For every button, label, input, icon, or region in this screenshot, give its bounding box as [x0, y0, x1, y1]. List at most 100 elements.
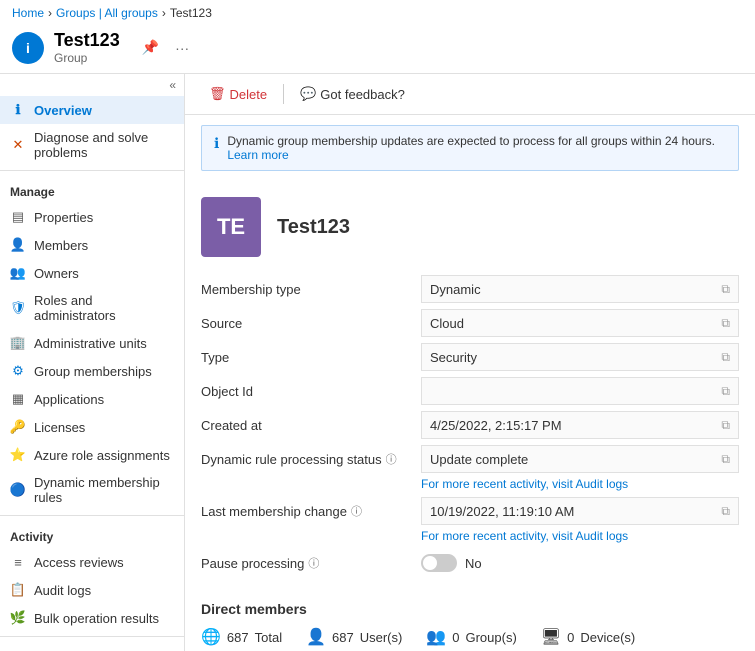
sidebar-label-azure-role: Azure role assignments — [34, 448, 170, 463]
pin-button[interactable]: 📌 — [138, 37, 163, 58]
access-reviews-icon: ≡ — [10, 554, 26, 570]
sidebar-label-members: Members — [34, 238, 88, 253]
pause-processing-info-icon: ⓘ — [308, 555, 319, 571]
header-icon-letter: i — [26, 40, 30, 56]
sidebar-section-manage: Manage — [0, 175, 184, 203]
prop-label-created-at: Created at — [201, 418, 421, 433]
delete-button[interactable]: 🗑 Delete — [201, 82, 275, 106]
sidebar-collapse[interactable]: « — [0, 74, 184, 96]
prop-row-pause-processing: Pause processing ⓘ No — [201, 547, 739, 579]
sidebar-item-access-reviews[interactable]: ≡ Access reviews — [0, 548, 184, 576]
devices-label: Device(s) — [580, 630, 635, 645]
pause-processing-toggle[interactable] — [421, 554, 457, 572]
sidebar-item-overview[interactable]: ℹ Overview — [0, 96, 184, 124]
applications-icon: ▦ — [10, 391, 26, 407]
owners-icon: 👥 — [10, 265, 26, 281]
sidebar-divider-2 — [0, 515, 184, 516]
sidebar-item-azure-role[interactable]: ⭐ Azure role assignments — [0, 441, 184, 469]
sidebar-label-owners: Owners — [34, 266, 79, 281]
breadcrumb-home[interactable]: Home — [12, 6, 44, 20]
sidebar-item-dynamic[interactable]: 🔵 Dynamic membership rules — [0, 469, 184, 511]
sidebar-item-group-memberships[interactable]: ⚙ Group memberships — [0, 357, 184, 385]
toolbar-separator — [283, 84, 284, 104]
pause-processing-toggle-container: No — [421, 554, 482, 572]
members-icon: 👤 — [10, 237, 26, 253]
copy-membership-type[interactable]: ⧉ — [721, 282, 730, 297]
prop-row-type: Type Security ⧉ — [201, 341, 739, 373]
sidebar-item-owners[interactable]: 👥 Owners — [0, 259, 184, 287]
prop-label-source: Source — [201, 316, 421, 331]
prop-row-membership-type: Membership type Dynamic ⧉ — [201, 273, 739, 305]
audit-icon: 📋 — [10, 582, 26, 598]
prop-row-created-at: Created at 4/25/2022, 2:15:17 PM ⧉ — [201, 409, 739, 441]
toggle-knob — [423, 556, 437, 570]
breadcrumb-groups[interactable]: Groups | All groups — [56, 6, 158, 20]
page-subtitle: Group — [54, 51, 120, 65]
delete-icon: 🗑 — [209, 86, 226, 102]
dynamic-rule-audit-link[interactable]: Audit logs — [575, 477, 628, 491]
prop-label-pause-processing: Pause processing ⓘ — [201, 555, 421, 571]
roles-icon: 🛡 — [10, 300, 26, 316]
sidebar-label-applications: Applications — [34, 392, 104, 407]
prop-row-source: Source Cloud ⧉ — [201, 307, 739, 339]
sidebar-label-properties: Properties — [34, 210, 93, 225]
feedback-icon: 💬 — [300, 86, 316, 102]
sidebar-item-properties[interactable]: ▤ Properties — [0, 203, 184, 231]
prop-row-object-id: Object Id ⧉ — [201, 375, 739, 407]
prop-value-created-at: 4/25/2022, 2:15:17 PM ⧉ — [421, 411, 739, 439]
stat-devices: 🖥 0 Device(s) — [541, 627, 635, 647]
groups-value: 0 — [452, 630, 459, 645]
sidebar-item-admin-units[interactable]: 🏢 Administrative units — [0, 329, 184, 357]
banner-text: Dynamic group membership updates are exp… — [227, 134, 726, 162]
last-membership-subtext: For more recent activity, visit Audit lo… — [201, 529, 739, 543]
copy-source[interactable]: ⧉ — [721, 316, 730, 331]
sidebar-item-applications[interactable]: ▦ Applications — [0, 385, 184, 413]
prop-label-object-id: Object Id — [201, 384, 421, 399]
groups-icon: 👥 — [426, 627, 446, 647]
stat-total: 🌐 687 Total — [201, 627, 282, 647]
prop-row-last-membership: Last membership change ⓘ 10/19/2022, 11:… — [201, 495, 739, 527]
more-button[interactable]: ··· — [171, 37, 193, 58]
sidebar-label-bulk-op: Bulk operation results — [34, 611, 159, 626]
sidebar-item-audit-logs[interactable]: 📋 Audit logs — [0, 576, 184, 604]
direct-members-title: Direct members — [201, 601, 739, 617]
copy-created-at[interactable]: ⧉ — [721, 418, 730, 433]
last-membership-audit-link[interactable]: Audit logs — [575, 529, 628, 543]
group-avatar-initials: TE — [217, 214, 245, 240]
prop-value-object-id: ⧉ — [421, 377, 739, 405]
properties-icon: ▤ — [10, 209, 26, 225]
prop-label-membership-type: Membership type — [201, 282, 421, 297]
info-banner: ℹ Dynamic group membership updates are e… — [201, 125, 739, 171]
sidebar-item-diagnose[interactable]: ✕ Diagnose and solve problems — [0, 124, 184, 166]
admin-units-icon: 🏢 — [10, 335, 26, 351]
copy-last-membership[interactable]: ⧉ — [721, 504, 730, 519]
prop-value-type: Security ⧉ — [421, 343, 739, 371]
sidebar-item-roles[interactable]: 🛡 Roles and administrators — [0, 287, 184, 329]
stat-users: 👤 687 User(s) — [306, 627, 402, 647]
prop-value-last-membership: 10/19/2022, 11:19:10 AM ⧉ — [421, 497, 739, 525]
content-area: 🗑 Delete 💬 Got feedback? ℹ Dynamic group… — [185, 74, 755, 651]
sidebar-section-troubleshoot: Troubleshooting + Support — [0, 641, 184, 651]
groups-label: Group(s) — [465, 630, 516, 645]
group-name: Test123 — [277, 216, 350, 239]
main-layout: « ℹ Overview ✕ Diagnose and solve proble… — [0, 73, 755, 651]
sidebar-label-group-memberships: Group memberships — [34, 364, 152, 379]
collapse-button[interactable]: « — [169, 78, 176, 92]
sidebar-label-dynamic: Dynamic membership rules — [34, 475, 174, 505]
breadcrumb-sep2: › — [162, 6, 166, 20]
prop-value-membership-type: Dynamic ⧉ — [421, 275, 739, 303]
feedback-button[interactable]: 💬 Got feedback? — [292, 82, 413, 106]
copy-type[interactable]: ⧉ — [721, 350, 730, 365]
sidebar-item-members[interactable]: 👤 Members — [0, 231, 184, 259]
group-memberships-icon: ⚙ — [10, 363, 26, 379]
breadcrumb-current: Test123 — [170, 6, 212, 20]
sidebar-item-licenses[interactable]: 🔑 Licenses — [0, 413, 184, 441]
sidebar-label-audit-logs: Audit logs — [34, 583, 91, 598]
banner-learn-more-link[interactable]: Learn more — [227, 148, 288, 162]
sidebar-label-licenses: Licenses — [34, 420, 85, 435]
copy-dynamic-rule[interactable]: ⧉ — [721, 452, 730, 467]
prop-value-dynamic-rule: Update complete ⧉ — [421, 445, 739, 473]
copy-object-id[interactable]: ⧉ — [721, 384, 730, 399]
sidebar-item-bulk-op[interactable]: 🌿 Bulk operation results — [0, 604, 184, 632]
group-overview-header: TE Test123 — [185, 181, 755, 265]
